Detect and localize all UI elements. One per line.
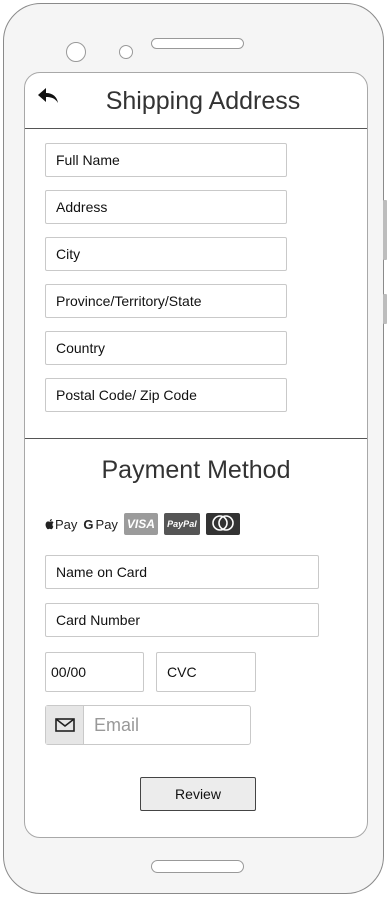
paypal-logo[interactable]: PayPal	[163, 513, 200, 535]
app-screen: Shipping Address Full Name Address City …	[24, 72, 368, 838]
speaker-grille	[151, 38, 244, 49]
email-field[interactable]: Email	[84, 706, 250, 744]
full-name-field[interactable]: Full Name	[45, 143, 287, 177]
volume-button	[383, 200, 387, 260]
mastercard-icon	[212, 515, 234, 531]
card-number-field[interactable]: Card Number	[45, 603, 319, 637]
name-on-card-field[interactable]: Name on Card	[45, 555, 319, 589]
payment-method-title: Payment Method	[101, 456, 291, 484]
postal-code-field[interactable]: Postal Code/ Zip Code	[45, 378, 287, 412]
google-pay-label: Pay	[95, 516, 118, 532]
province-field[interactable]: Province/Territory/State	[45, 284, 287, 318]
page-title: Shipping Address	[105, 87, 301, 115]
section-divider	[25, 438, 367, 439]
sensor	[119, 45, 133, 59]
google-pay-option[interactable]: G Pay	[83, 517, 118, 532]
email-addon	[46, 706, 84, 744]
city-field[interactable]: City	[45, 237, 287, 271]
email-input-group[interactable]: Email	[45, 705, 251, 745]
power-button	[383, 294, 387, 324]
front-camera	[66, 42, 86, 62]
mastercard-logo[interactable]	[205, 513, 240, 535]
payment-logos: Pay G Pay VISA PayPal	[45, 512, 240, 536]
visa-card-logo[interactable]: VISA	[123, 513, 158, 535]
envelope-icon	[54, 718, 75, 732]
cvc-field[interactable]: CVC	[156, 652, 256, 692]
address-field[interactable]: Address	[45, 190, 287, 224]
header-divider	[25, 128, 367, 129]
review-button[interactable]: Review	[140, 777, 256, 811]
google-g-icon: G	[83, 516, 94, 532]
expiry-field[interactable]: 00/00	[45, 652, 144, 692]
home-button[interactable]	[151, 860, 244, 873]
apple-pay-option[interactable]: Pay	[45, 517, 77, 532]
country-field[interactable]: Country	[45, 331, 287, 365]
apple-icon	[45, 519, 54, 530]
apple-pay-label: Pay	[55, 516, 78, 532]
